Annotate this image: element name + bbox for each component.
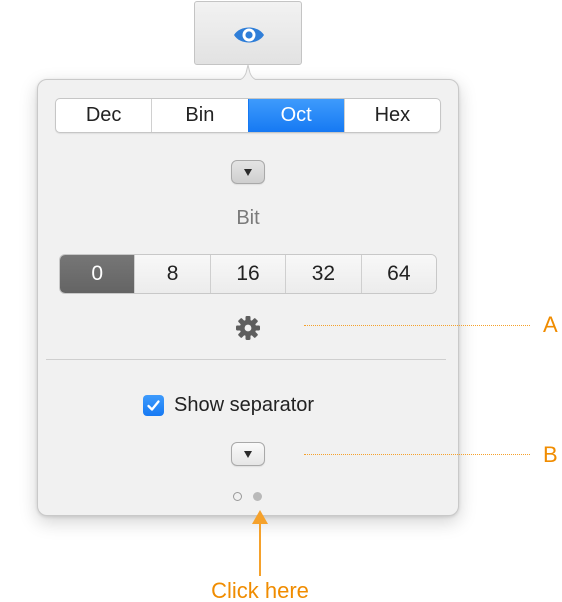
callout-a-guide-line [304, 325, 530, 326]
gear-icon[interactable] [235, 315, 261, 341]
triangle-down-icon [244, 450, 252, 458]
bit-option-8[interactable]: 8 [134, 255, 210, 293]
page-indicator[interactable] [231, 491, 267, 503]
stage: Dec Bin Oct Hex Bit 0 8 16 32 64 Show se… [0, 0, 562, 602]
bit-option-16[interactable]: 16 [209, 255, 286, 293]
callout-a-label: A [543, 312, 558, 337]
show-separator-checkbox[interactable] [143, 394, 164, 416]
number-base-segmented-control: Dec Bin Oct Hex [55, 98, 441, 133]
tab-dec[interactable]: Dec [56, 99, 151, 132]
show-separator-row[interactable]: Show separator [143, 393, 314, 417]
bit-option-64[interactable]: 64 [360, 255, 436, 293]
bit-label: Bit [236, 207, 260, 229]
page-dot-1[interactable] [233, 492, 242, 501]
separator-line [46, 359, 446, 360]
callout-b-label: B [543, 442, 558, 467]
tab-oct[interactable]: Oct [247, 99, 344, 132]
page-dot-2[interactable] [253, 492, 262, 501]
eye-icon [234, 27, 264, 43]
tab-hex[interactable]: Hex [343, 99, 440, 132]
checkmark-icon [147, 399, 160, 411]
up-arrow-icon [252, 510, 268, 576]
click-here-label: Click here [211, 578, 309, 602]
triangle-down-icon [244, 168, 252, 176]
more-options-disclosure-button[interactable] [231, 442, 265, 466]
bit-option-32[interactable]: 32 [285, 255, 361, 293]
bit-segmented-control: 0 8 16 32 64 [59, 254, 437, 294]
show-separator-label: Show separator [174, 393, 315, 416]
callout-b-guide-line [304, 454, 530, 455]
bit-options-disclosure-button[interactable] [231, 160, 265, 184]
tab-bin[interactable]: Bin [151, 99, 247, 132]
bit-option-0[interactable]: 0 [60, 255, 135, 293]
popover-arrow [210, 64, 286, 81]
